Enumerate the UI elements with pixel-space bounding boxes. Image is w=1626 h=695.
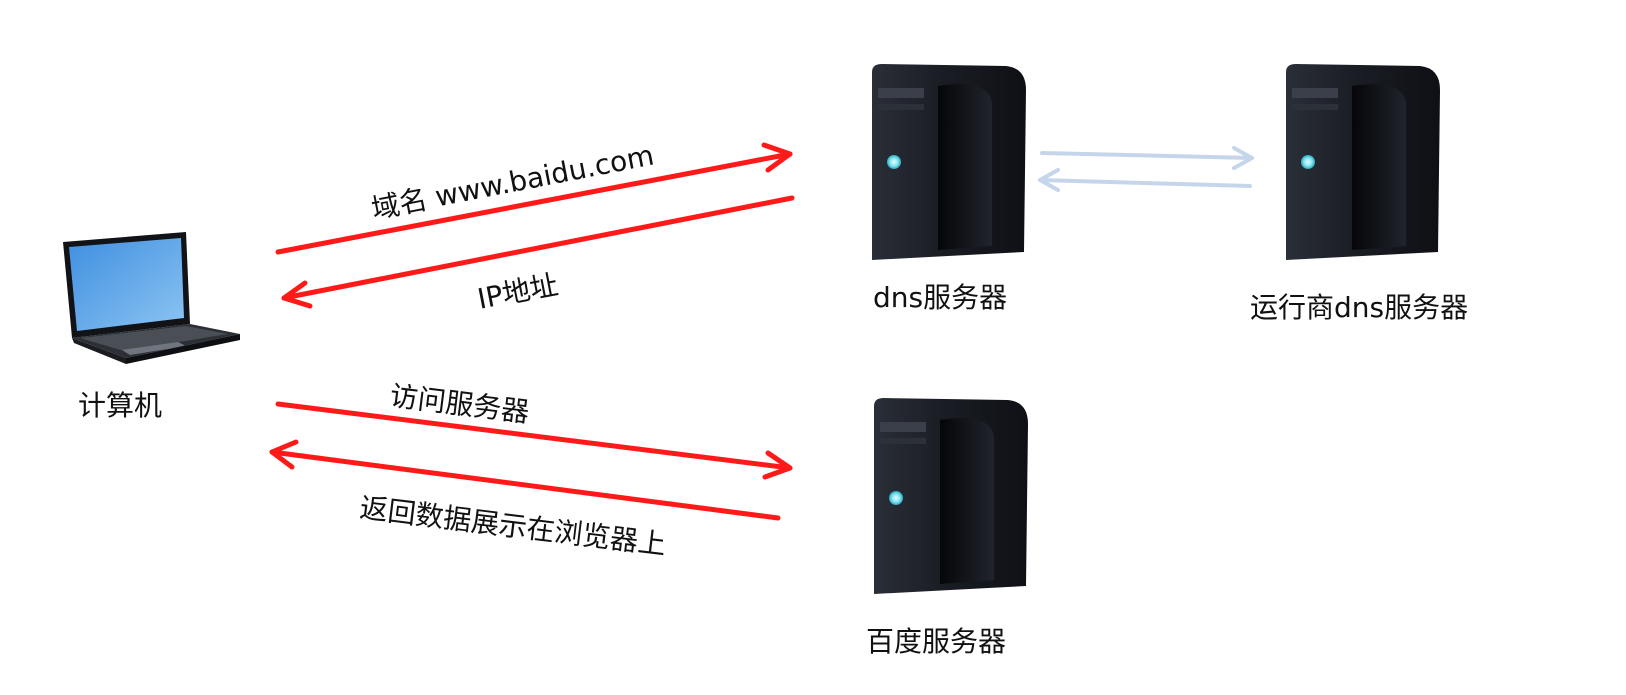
carrier-dns-server-label: 运行商dns服务器 [1250, 291, 1469, 324]
diagram-svg [63, 64, 1440, 594]
baidu-server-label: 百度服务器 [866, 625, 1007, 658]
dns-server-label: dns服务器 [873, 281, 1008, 314]
arrow-access-server [275, 401, 793, 480]
arrow-return-data [269, 439, 781, 521]
diagram-canvas: 计算机 dns服务器 运行商dns服务器 百度服务器 域名 www.baidu.… [0, 0, 1626, 691]
server-icon [1286, 64, 1440, 260]
server-icon [874, 398, 1028, 594]
arrow-dns-back [1038, 168, 1252, 192]
computer-label: 计算机 [78, 389, 163, 422]
laptop-icon [63, 232, 240, 364]
server-icon [872, 64, 1026, 260]
arrow-dns-forward [1040, 146, 1254, 170]
